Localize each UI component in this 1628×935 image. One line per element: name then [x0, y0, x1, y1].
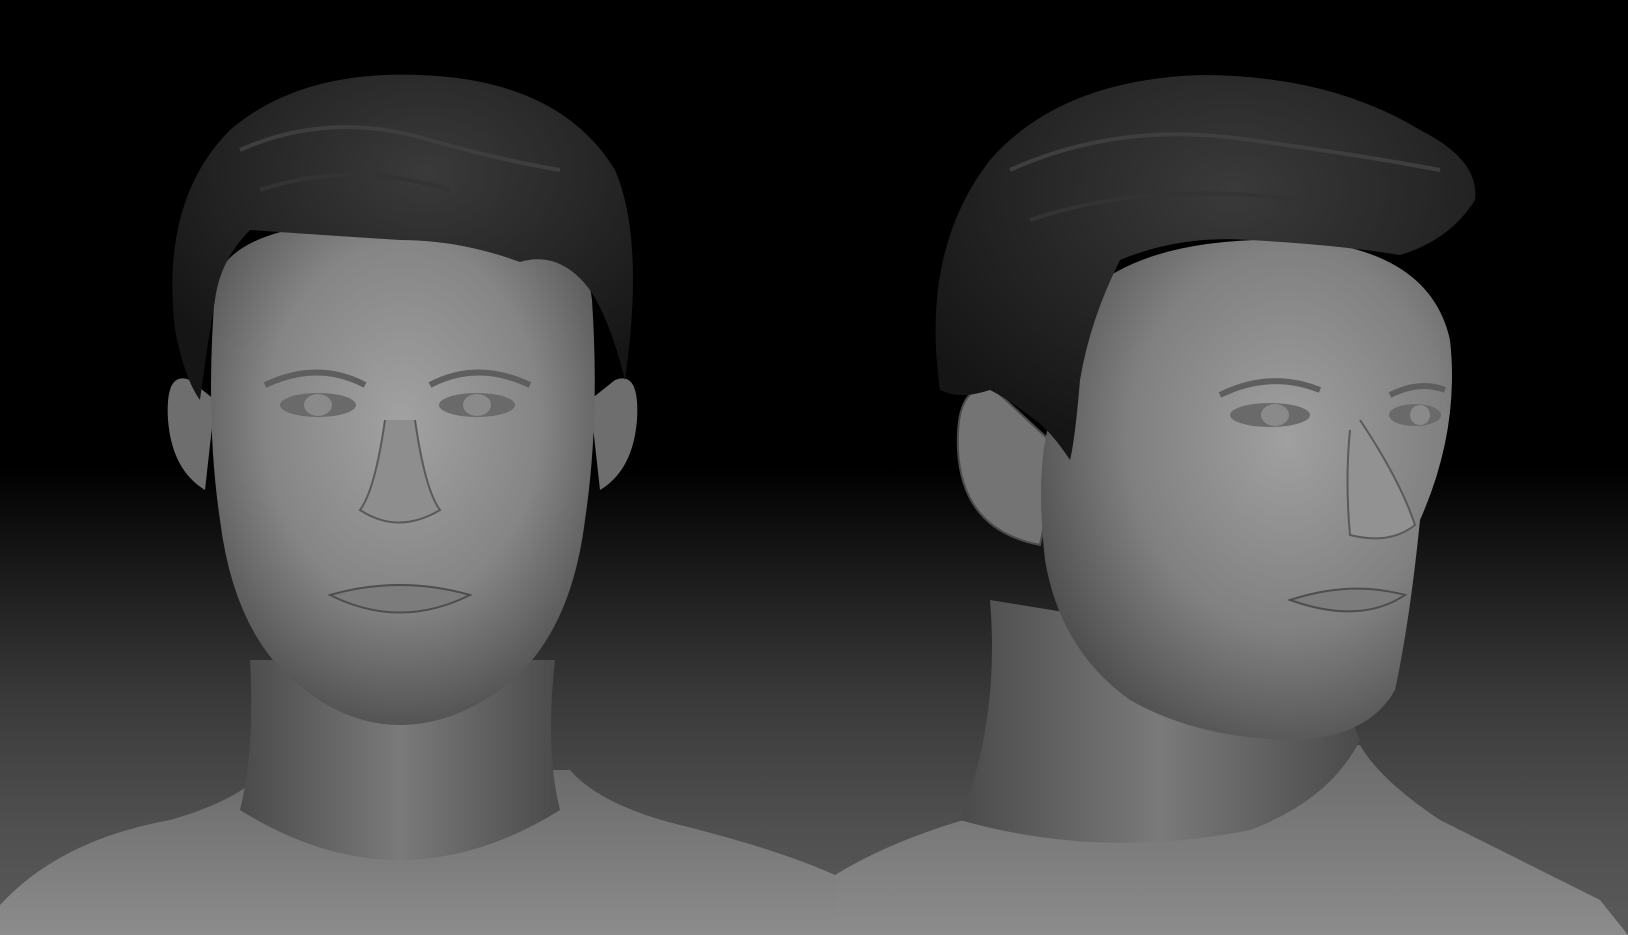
render-svg — [0, 74, 1628, 935]
sculpt-render-canvas — [0, 0, 1628, 935]
front-left-ear — [167, 378, 215, 490]
three-quarter-view-head — [835, 75, 1628, 935]
front-view-head — [0, 74, 835, 935]
front-right-ear — [590, 378, 638, 490]
